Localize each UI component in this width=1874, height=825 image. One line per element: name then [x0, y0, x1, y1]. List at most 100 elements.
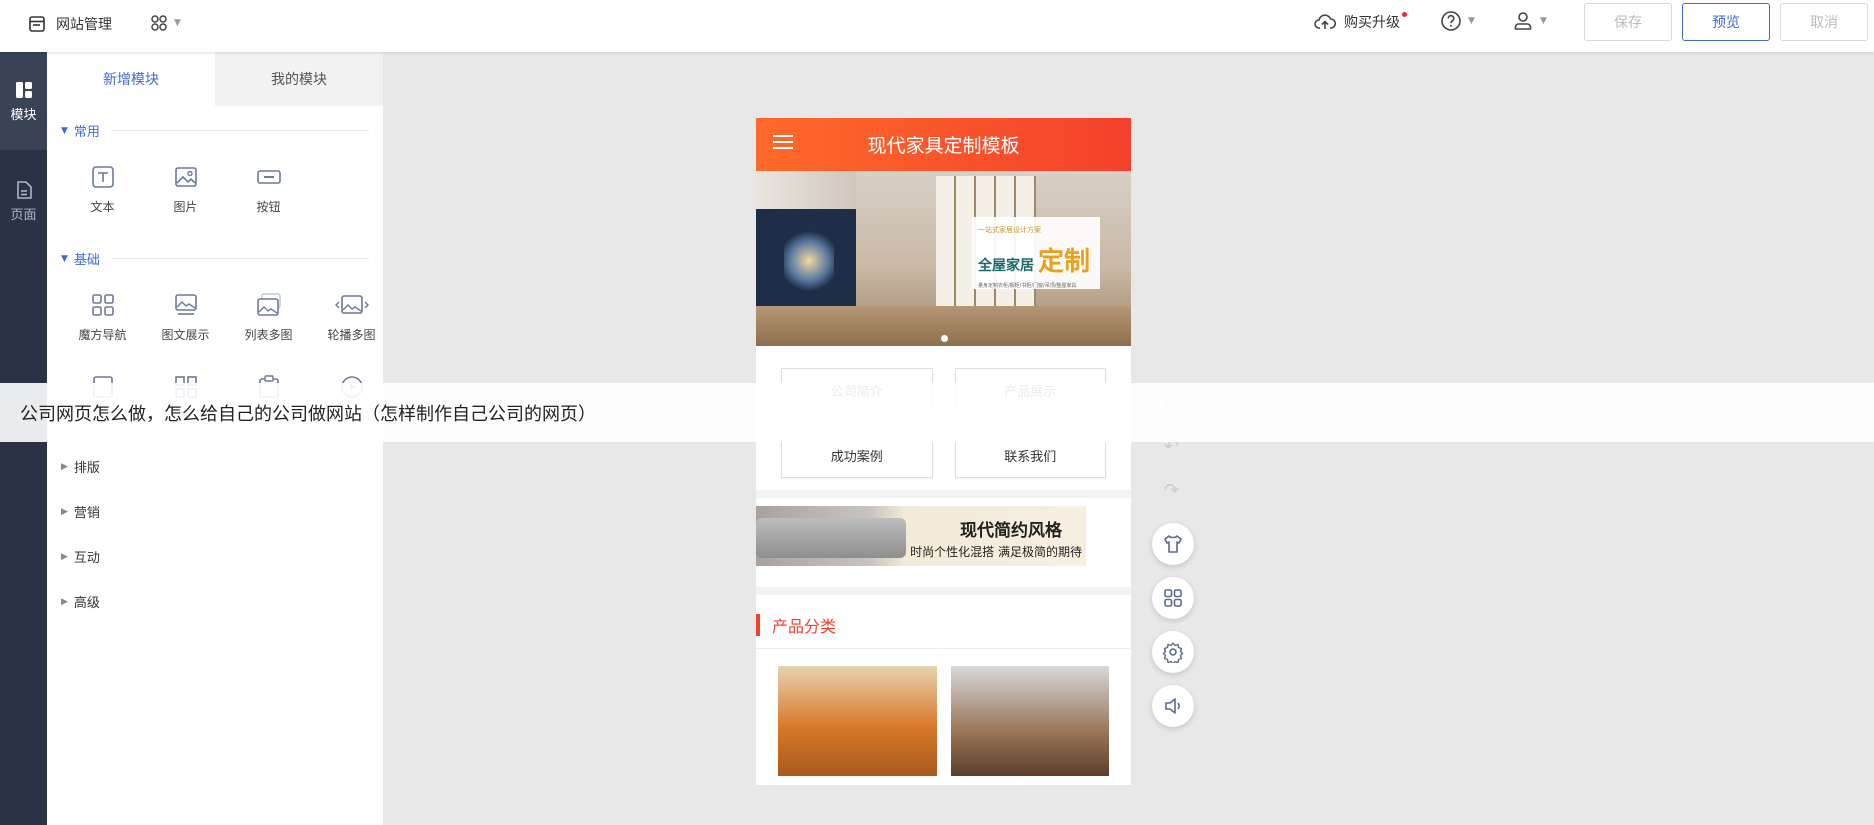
cloud-upload-icon [1314, 14, 1336, 29]
apps-menu[interactable]: ▼ [150, 14, 181, 32]
caret-right-icon: ▶ [61, 551, 68, 562]
phone-header: 现代家具定制模板 [756, 118, 1131, 171]
save-button[interactable]: 保存 [1584, 3, 1672, 41]
section-title: 互动 [73, 551, 100, 566]
hero-image-art [784, 226, 834, 296]
product-list [756, 649, 1131, 785]
section-header-layout[interactable]: ▶ 排版 [61, 457, 369, 476]
music-button[interactable] [1152, 685, 1194, 727]
module-label: 列表多图 [244, 328, 293, 342]
module-button[interactable]: 按钮 [227, 164, 310, 215]
module-carousel[interactable]: 轮播多图 [310, 292, 393, 343]
modules-button[interactable] [1152, 577, 1194, 619]
carousel-dot[interactable] [941, 335, 948, 342]
category-header: 产品分类 [756, 601, 1131, 649]
help-icon [1441, 11, 1461, 31]
hero-carousel[interactable]: 一站式家居设计方案 全屋家居 定制 量身定制衣柜/橱柜/书柜/门窗/吊顶/整屋家… [756, 171, 1131, 346]
grid-icon [1164, 589, 1182, 607]
section-header-interaction[interactable]: ▶ 互动 [61, 547, 369, 566]
promo-banner[interactable]: 现代简约风格 时尚个性化混搭 满足极简的期待 [756, 506, 1131, 579]
hero-tiny-text: 量身定制衣柜/橱柜/书柜/门窗/吊顶/整屋家具 [978, 283, 1077, 289]
shirt-icon [1164, 535, 1182, 553]
module-label: 按钮 [256, 200, 281, 214]
section-separator [756, 587, 1131, 595]
basic-modules: 魔方导航 图文展示 列表多图 轮播多图 [61, 292, 393, 343]
title-overlay-banner: 公司网页怎么做，怎么给自己的公司做网站（怎样制作自己公司的网页） [0, 383, 1874, 442]
rail-page-label: 页面 [10, 208, 37, 223]
section-header-marketing[interactable]: ▶ 营销 [61, 502, 369, 521]
image-text-icon [174, 294, 197, 315]
rail-item-page[interactable]: 页面 [0, 152, 47, 250]
preview-button[interactable]: 预览 [1682, 3, 1770, 41]
tab-add-module[interactable]: 新增模块 [47, 52, 215, 106]
site-management-menu[interactable]: 网站管理 [28, 14, 112, 34]
apps-grid-icon [151, 15, 167, 31]
theme-button[interactable] [1152, 523, 1194, 565]
text-icon [91, 166, 114, 188]
caret-down-icon: ▼ [61, 125, 68, 136]
image-icon [174, 167, 197, 187]
speaker-icon [1165, 698, 1180, 714]
module-icon [15, 82, 32, 98]
chevron-down-icon: ▼ [1468, 16, 1475, 26]
category-title: 产品分类 [772, 616, 837, 636]
section-title: 基础 [73, 253, 100, 268]
section-divider [111, 130, 369, 131]
buy-upgrade-label-wrap: 购买升级 [1344, 12, 1407, 32]
phone-preview[interactable]: 现代家具定制模板 一站式家居设计方案 全屋家居 定制 量身定制衣柜/橱柜/书柜/… [756, 118, 1131, 785]
module-image-text[interactable]: 图文展示 [144, 292, 227, 343]
promo-title: 现代简约风格 [960, 521, 1062, 541]
caret-down-icon: ▼ [61, 253, 68, 264]
site-management-label: 网站管理 [56, 17, 112, 33]
gear-icon [1162, 642, 1184, 663]
module-label: 文本 [90, 200, 115, 214]
tab-my-modules[interactable]: 我的模块 [215, 52, 383, 106]
hero-small-text: 一站式家居设计方案 [978, 226, 1041, 234]
module-magic-nav[interactable]: 魔方导航 [61, 292, 144, 343]
section-title: 排版 [73, 461, 100, 476]
rail-item-module[interactable]: 模块 [0, 52, 47, 150]
user-menu[interactable]: ▼ [1512, 10, 1547, 32]
hero-big-text-1: 全屋家居 [978, 258, 1034, 274]
section-separator [756, 490, 1131, 498]
module-label: 图文展示 [161, 328, 210, 342]
section-divider [111, 258, 369, 259]
help-menu[interactable]: ▼ [1440, 10, 1475, 32]
module-label: 图片 [173, 200, 198, 214]
module-list-multi-image[interactable]: 列表多图 [227, 292, 310, 343]
module-label: 轮播多图 [327, 328, 376, 342]
buy-upgrade-button[interactable]: 购买升级 [1314, 12, 1407, 32]
section-header-basic[interactable]: ▼ 基础 [61, 249, 369, 268]
section-title: 常用 [73, 125, 100, 140]
category-accent-bar [756, 613, 760, 636]
magic-nav-icon [91, 294, 114, 316]
section-title: 高级 [73, 596, 100, 611]
module-text[interactable]: 文本 [61, 164, 144, 215]
hamburger-menu-icon[interactable] [772, 133, 794, 151]
cancel-button[interactable]: 取消 [1780, 3, 1868, 41]
user-icon [1514, 12, 1532, 30]
common-modules: 文本 图片 按钮 [61, 164, 310, 215]
chevron-down-icon: ▼ [174, 18, 181, 28]
list-images-icon [256, 293, 281, 316]
section-header-advanced[interactable]: ▶ 高级 [61, 592, 369, 611]
module-image[interactable]: 图片 [144, 164, 227, 215]
settings-button[interactable] [1152, 631, 1194, 673]
module-tabs: 新增模块 我的模块 [47, 52, 383, 106]
section-title: 营销 [73, 506, 100, 521]
product-image[interactable] [778, 666, 937, 776]
button-icon [256, 170, 281, 184]
overlay-title: 公司网页怎么做，怎么给自己的公司做网站（怎样制作自己公司的网页） [20, 403, 596, 425]
site-management-icon [29, 16, 45, 32]
page-icon [16, 181, 32, 199]
product-image[interactable] [950, 666, 1109, 776]
module-label: 魔方导航 [78, 328, 127, 342]
rail-module-label: 模块 [10, 108, 37, 123]
promo-sofa [756, 518, 906, 558]
caret-right-icon: ▶ [61, 461, 68, 472]
hero-headline: 全屋家居 定制 [978, 241, 1094, 278]
section-header-common[interactable]: ▼ 常用 [61, 121, 369, 140]
redo-icon[interactable]: ↷ [1164, 480, 1179, 501]
caret-right-icon: ▶ [61, 596, 68, 607]
caret-right-icon: ▶ [61, 506, 68, 517]
